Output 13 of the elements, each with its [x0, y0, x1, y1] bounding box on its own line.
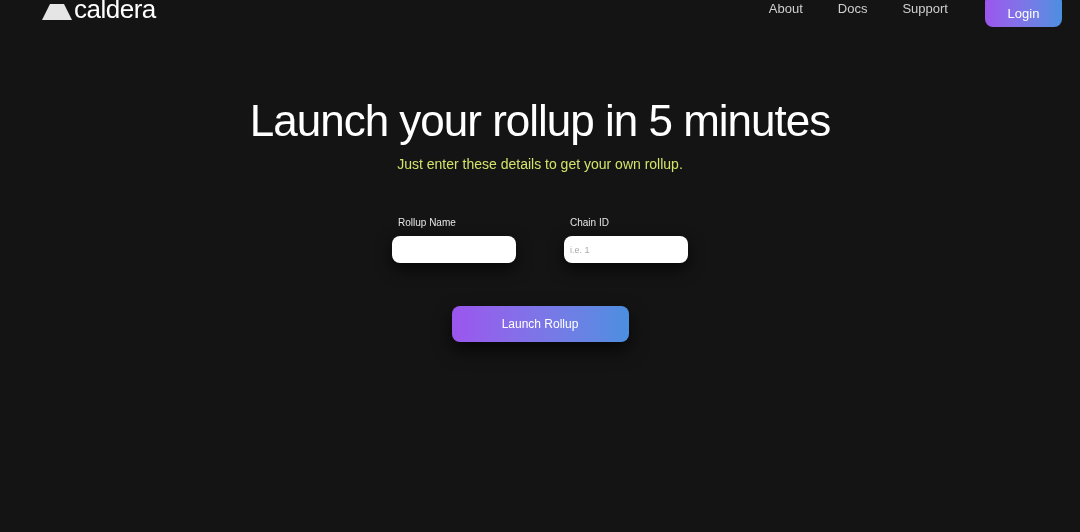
input-field[interactable]: i.e. 1	[564, 236, 688, 263]
field-label: Rollup Name	[398, 216, 457, 230]
nav-link[interactable]: Docs	[837, 0, 868, 18]
login-button[interactable]: Login	[985, 0, 1062, 27]
nav-link[interactable]: About	[768, 0, 803, 18]
input-field[interactable]	[392, 236, 516, 263]
hero-title: Launch your rollup in 5 minutes	[249, 95, 831, 147]
hero-subtitle: Just enter these details to get your own rollup.	[397, 155, 683, 174]
launch-button[interactable]: Launch Rollup	[451, 306, 629, 342]
logo-text: caldera	[74, 0, 156, 24]
logo-icon	[42, 4, 72, 20]
field-label: Chain ID	[570, 216, 610, 230]
nav-link[interactable]: Support	[902, 0, 948, 18]
